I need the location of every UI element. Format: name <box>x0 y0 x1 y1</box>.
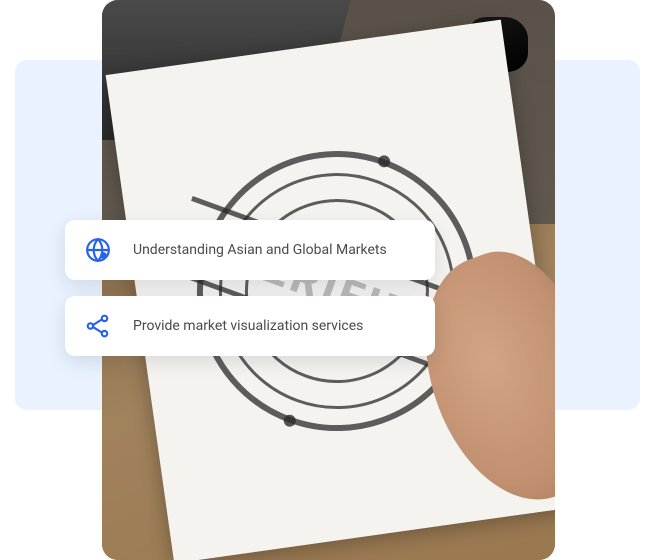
feature-card-label: Understanding Asian and Global Markets <box>133 242 387 258</box>
network-icon <box>85 313 111 339</box>
globe-icon <box>85 237 111 263</box>
feature-card-visualization: Provide market visualization services <box>65 296 435 356</box>
feature-card-label: Provide market visualization services <box>133 318 363 334</box>
feature-card-markets: Understanding Asian and Global Markets <box>65 220 435 280</box>
hero-image: VERIFIED <box>102 0 555 560</box>
